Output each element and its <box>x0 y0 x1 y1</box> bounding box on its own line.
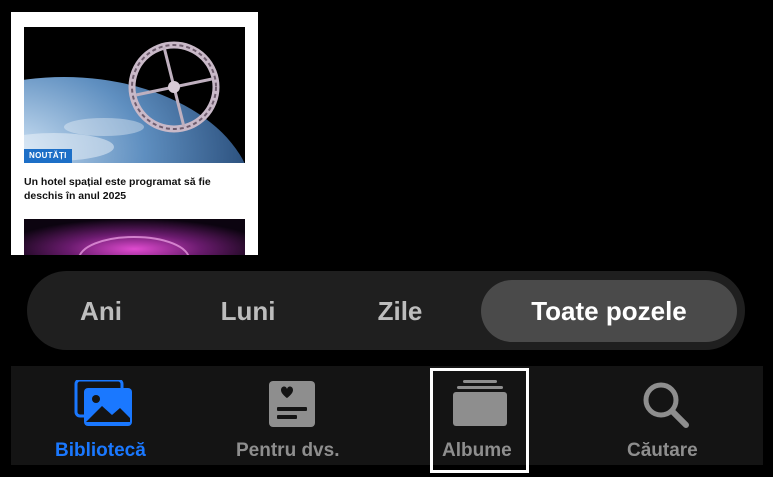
segment-all-photos[interactable]: Toate pozele <box>481 280 737 342</box>
segment-days[interactable]: Zile <box>349 280 451 342</box>
article-image-secondary <box>24 219 245 255</box>
tab-for-you[interactable]: Pentru dvs. <box>223 366 363 465</box>
article-image <box>24 27 245 163</box>
tab-search[interactable]: Căutare <box>611 366 721 465</box>
photos-library-icon <box>74 378 134 433</box>
tab-search-label: Căutare <box>627 440 698 461</box>
for-you-icon <box>268 380 318 433</box>
search-icon <box>641 380 691 435</box>
article-headline: Un hotel spațial este programat să fie d… <box>24 176 211 202</box>
segment-months[interactable]: Luni <box>197 280 299 342</box>
tab-for-you-label: Pentru dvs. <box>236 440 340 461</box>
news-badge: NOUTĂȚI <box>24 149 72 163</box>
tab-library-label: Bibliotecă <box>55 440 146 461</box>
photo-thumbnail[interactable]: NOUTĂȚI Un hotel spațial este programat … <box>11 12 258 255</box>
view-segmented-control: Ani Luni Zile Toate pozele <box>27 271 745 350</box>
segment-years[interactable]: Ani <box>51 280 151 342</box>
tab-bar: Bibliotecă Pentru dvs. Albume Căutare <box>11 366 763 465</box>
tab-library[interactable]: Bibliotecă <box>41 366 167 465</box>
focus-highlight <box>430 368 529 473</box>
